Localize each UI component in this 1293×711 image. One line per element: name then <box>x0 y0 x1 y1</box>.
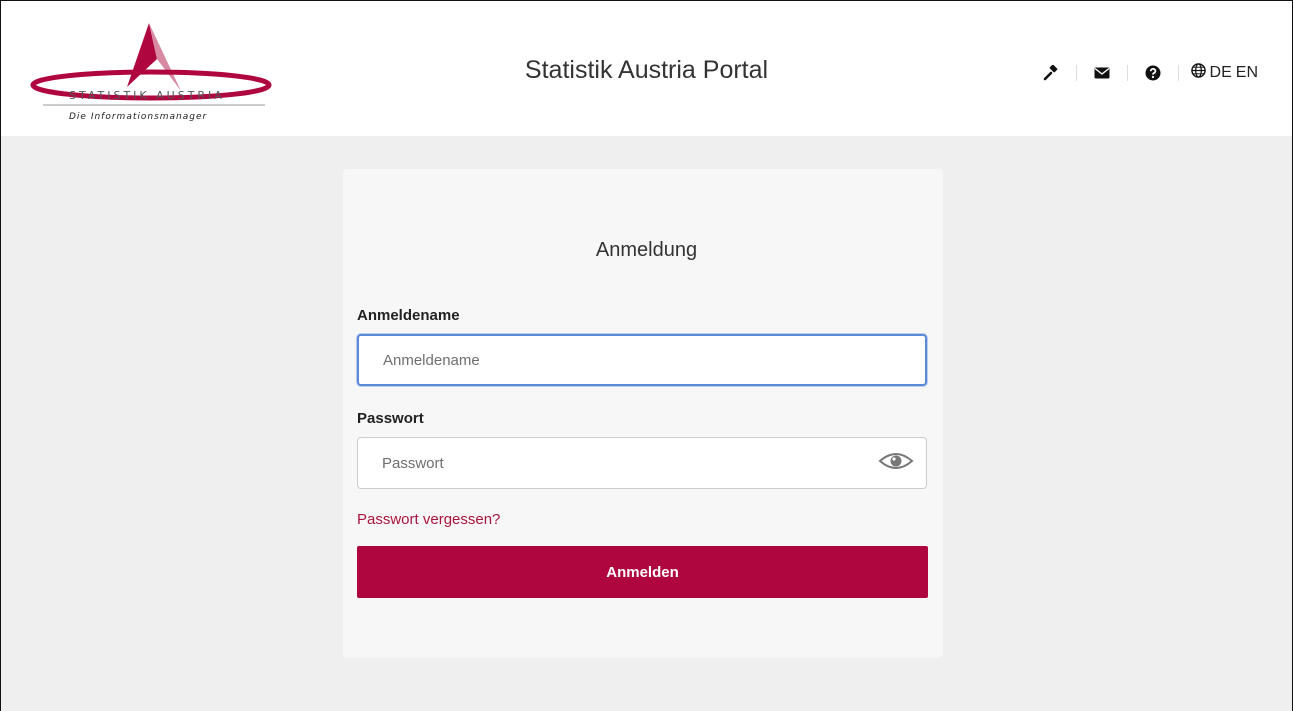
globe-icon <box>1190 63 1206 83</box>
gavel-icon[interactable] <box>1038 61 1064 85</box>
password-label: Passwort <box>357 410 424 427</box>
forgot-password-link[interactable]: Passwort vergessen? <box>357 511 500 528</box>
envelope-icon[interactable] <box>1089 61 1115 85</box>
password-input[interactable] <box>357 437 927 489</box>
login-button[interactable]: Anmelden <box>357 546 928 598</box>
toolbar-divider <box>1177 65 1179 81</box>
header: STATISTIK AUSTRIA Die Informationsmanage… <box>1 1 1292 136</box>
header-toolbar: DE EN <box>1038 61 1258 85</box>
username-label: Anmeldename <box>357 307 460 324</box>
language-de-link[interactable]: DE <box>1210 64 1232 82</box>
browser-viewport: STATISTIK AUSTRIA Die Informationsmanage… <box>0 0 1293 711</box>
username-input[interactable] <box>357 334 927 386</box>
language-en-link[interactable]: EN <box>1236 64 1258 82</box>
logo-wordmark: STATISTIK AUSTRIA <box>69 89 225 102</box>
toolbar-divider <box>1075 65 1077 81</box>
toolbar-divider <box>1126 65 1128 81</box>
question-circle-icon[interactable] <box>1140 61 1166 85</box>
login-title: Anmeldung <box>595 239 698 261</box>
logo-tagline: Die Informationsmanager <box>69 112 208 122</box>
language-switcher: DE EN <box>1190 63 1258 83</box>
show-password-eye-icon[interactable] <box>878 449 914 473</box>
